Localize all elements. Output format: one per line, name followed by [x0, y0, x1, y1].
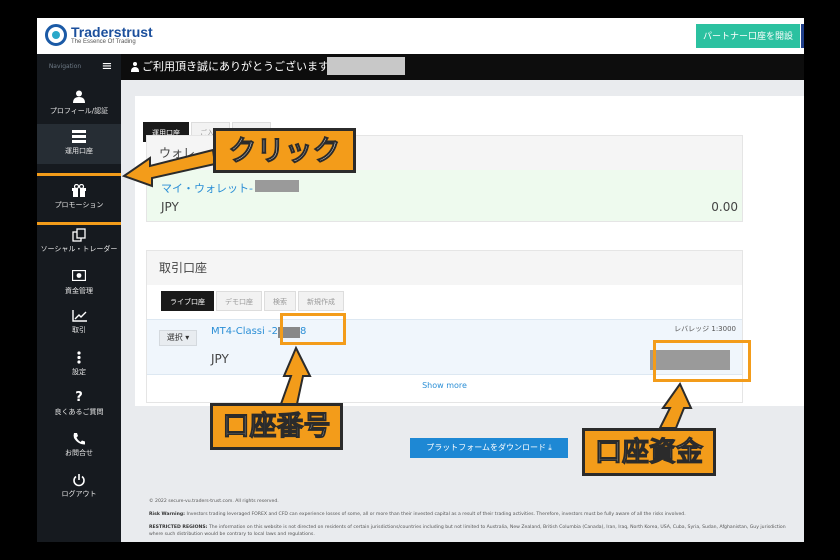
power-icon: [72, 473, 86, 487]
click-callout: クリック: [213, 128, 356, 173]
redacted-wallet-id: [255, 180, 299, 192]
sidebar-item-label: ソーシャル・トレーダー: [40, 245, 118, 253]
tab-demo-accounts[interactable]: デモ口座: [216, 291, 262, 311]
sidebar: プロフィール/認証 運用口座 プロモーション ソーシャル・トレーダー 資金管理: [37, 80, 124, 542]
footer-restricted-regions: RESTRICTED REGIONS: The information on t…: [149, 525, 786, 537]
wallet-row: マイ・ウォレット- JPY 0.00: [147, 170, 742, 221]
sidebar-item-label: 資金管理: [65, 287, 93, 295]
tab-search[interactable]: 検索: [264, 291, 296, 311]
user-icon: [72, 90, 86, 103]
top-bar: Traderstrust The Essence Of Trading パートナ…: [37, 18, 804, 54]
sidebar-item-label: ログアウト: [61, 490, 97, 498]
tab-live-accounts[interactable]: ライブ口座: [161, 291, 214, 311]
open-partner-account-button[interactable]: パートナー口座を開設: [696, 24, 800, 48]
account-funds-highlight-box: [653, 340, 751, 382]
footer-risk-warning: Risk Warning: Investors trading leverage…: [149, 512, 686, 517]
sidebar-item-label: 取引: [72, 326, 86, 334]
account-number-callout: 口座番号: [210, 403, 343, 450]
sidebar-item-label: 運用口座: [65, 147, 93, 155]
sidebar-item-label: 設定: [72, 368, 86, 376]
sidebar-item-label: プロフィール/認証: [49, 107, 109, 115]
promotion-highlight-box: [37, 173, 124, 225]
sidebar-item-logout[interactable]: ログアウト: [37, 467, 121, 507]
sidebar-item-trade[interactable]: 取引: [37, 303, 121, 343]
dots-icon: [72, 351, 86, 364]
phone-icon: [72, 432, 86, 445]
sidebar-item-faq[interactable]: ? 良くあるご質問: [37, 385, 121, 425]
leverage-label: レバレッジ 1:3000: [674, 325, 736, 333]
account-funds-callout: 口座資金: [582, 428, 716, 476]
tab-create-new[interactable]: 新規作成: [298, 291, 344, 311]
trading-accounts-title: 取引口座: [147, 251, 742, 285]
brand-logo[interactable]: Traderstrust The Essence Of Trading: [45, 24, 153, 46]
sidebar-item-funds[interactable]: 資金管理: [37, 264, 121, 304]
navigation-label: Navigation: [37, 54, 93, 80]
wallet-currency: JPY: [161, 200, 179, 214]
account-currency: JPY: [211, 352, 229, 366]
sidebar-item-label: お問合せ: [65, 449, 93, 457]
download-platform-button[interactable]: プラットフォームをダウンロード ⤓: [410, 438, 568, 458]
account-number-highlight-box: [280, 313, 346, 345]
copy-icon: [72, 228, 86, 242]
show-more-link[interactable]: Show more: [147, 381, 742, 390]
money-icon: [71, 269, 87, 283]
sidebar-item-settings[interactable]: 設定: [37, 345, 121, 385]
menu-toggle-icon[interactable]: ≡: [93, 54, 121, 80]
footer-copyright: © 2022 secure-vu.traders-trust.com. All …: [149, 499, 279, 504]
sidebar-item-contact[interactable]: お問合せ: [37, 426, 121, 466]
user-icon: [131, 62, 139, 72]
wallet-balance: 0.00: [711, 200, 738, 214]
chart-icon: [72, 309, 87, 322]
brand-name: Traderstrust: [71, 24, 153, 40]
sidebar-item-profile[interactable]: プロフィール/認証: [37, 84, 121, 124]
logo-mark-icon: [45, 24, 67, 46]
redacted-user-name: [327, 57, 405, 75]
sidebar-item-accounts[interactable]: 運用口座: [37, 124, 121, 164]
account-name-prefix: MT4-Classi -2: [211, 326, 278, 337]
accounts-icon: [72, 130, 86, 143]
my-wallet-link[interactable]: マイ・ウォレット-: [161, 180, 253, 196]
trading-account-tabs: ライブ口座 デモ口座 検索 新規作成: [161, 291, 346, 311]
sidebar-item-label: 良くあるご質問: [54, 408, 104, 416]
question-icon: ?: [75, 390, 83, 405]
welcome-message: ご利用頂き誠にありがとうございます: [131, 54, 329, 80]
welcome-text: ご利用頂き誠にありがとうございます: [142, 60, 329, 73]
sidebar-item-social-trader[interactable]: ソーシャル・トレーダー: [37, 222, 121, 262]
footer: © 2022 secure-vu.traders-trust.com. All …: [149, 498, 799, 542]
select-dropdown-button[interactable]: 選択 ▾: [159, 330, 197, 346]
partner-button-edge: [801, 24, 804, 48]
navigation-bar: Navigation ≡ ご利用頂き誠にありがとうございます: [37, 54, 804, 80]
